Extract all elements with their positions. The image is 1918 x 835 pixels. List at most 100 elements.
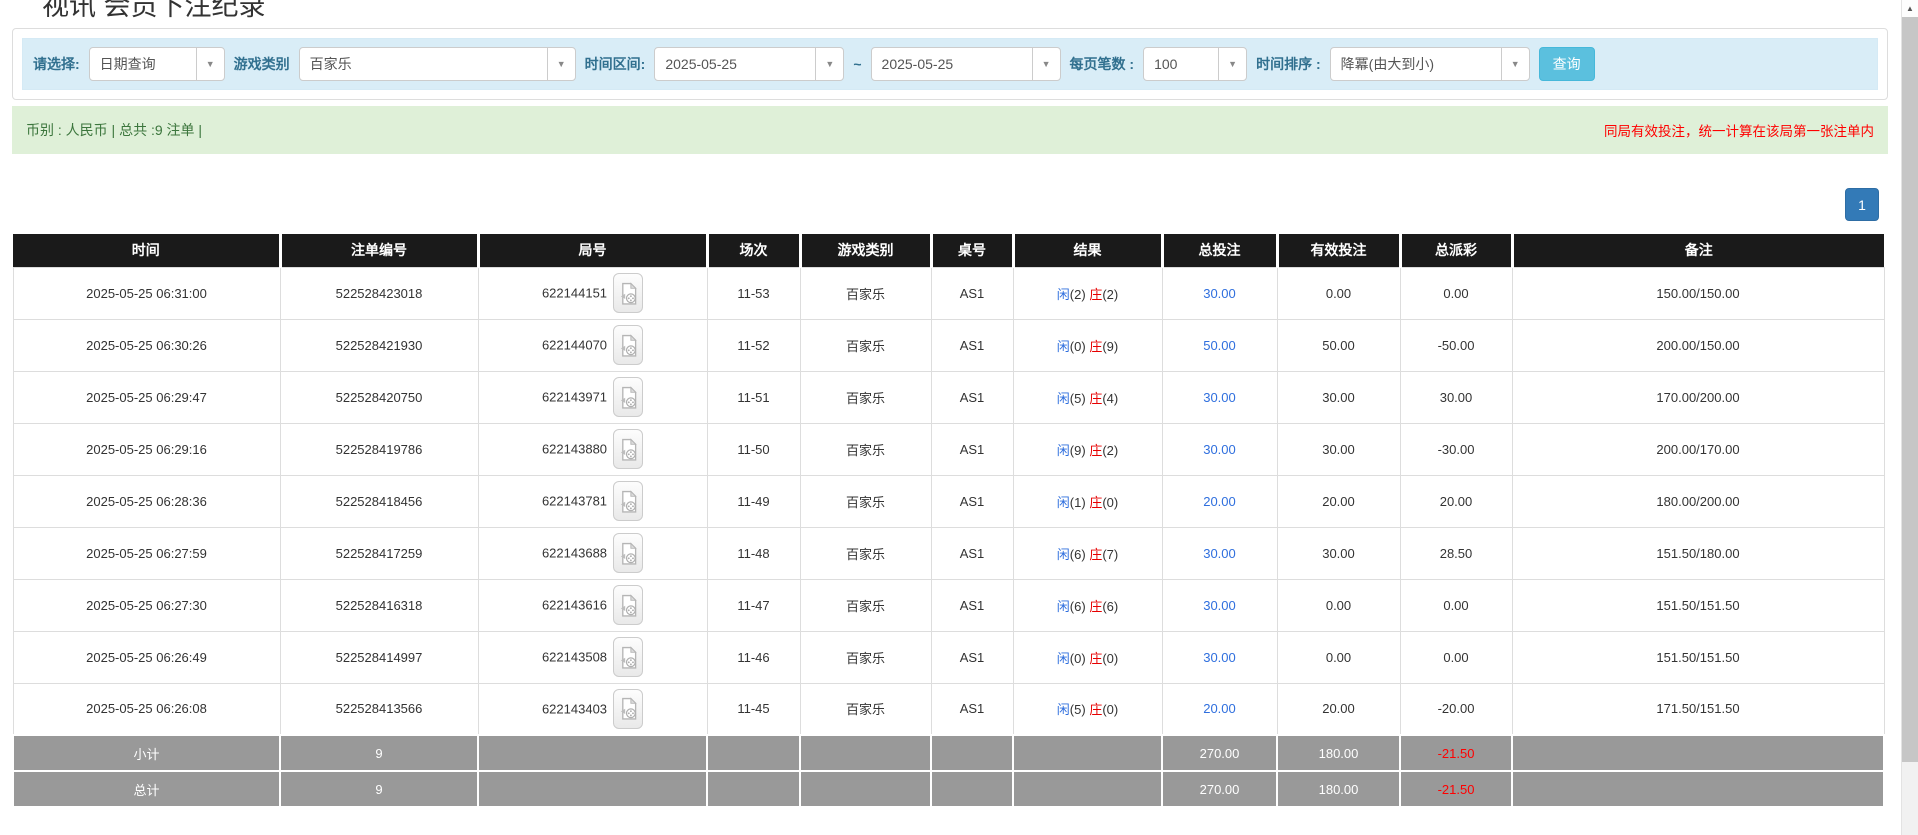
total-bet-link[interactable]: 30.00: [1203, 650, 1236, 665]
round-number: 622143688: [542, 546, 607, 561]
cell-note: 151.50/180.00: [1512, 527, 1884, 579]
total-bet-link[interactable]: 30.00: [1203, 390, 1236, 405]
table-header-row: 时间注单编号局号场次游戏类别桌号结果总投注有效投注总派彩备注: [13, 234, 1884, 267]
result-count: (5): [1070, 702, 1086, 717]
player-result: 闲: [1057, 547, 1070, 562]
cell-note: 151.50/151.50: [1512, 579, 1884, 631]
video-replay-button[interactable]: [613, 377, 643, 417]
grand-total-row-cell-total_bet: 270.00: [1162, 771, 1277, 807]
total-bet-link[interactable]: 30.00: [1203, 286, 1236, 301]
result-count: (0): [1070, 651, 1086, 666]
video-replay-button[interactable]: [613, 325, 643, 365]
video-replay-button[interactable]: [613, 273, 643, 313]
cell-payout: -30.00: [1400, 423, 1512, 475]
result-count: (9): [1070, 443, 1086, 458]
cell-total_bet: 30.00: [1162, 579, 1277, 631]
cell-game: 百家乐: [800, 475, 931, 527]
chevron-down-icon: ▼: [1501, 48, 1529, 80]
page-size-select[interactable]: 100 ▼: [1143, 47, 1247, 81]
banker-result: 庄: [1089, 339, 1102, 354]
cell-payout: -20.00: [1400, 683, 1512, 735]
query-type-select[interactable]: 日期查询 ▼: [89, 47, 225, 81]
video-file-icon: [619, 438, 638, 462]
banker-result: 庄: [1089, 391, 1102, 406]
column-header-4: 游戏类别: [800, 234, 931, 267]
scroll-up-icon[interactable]: ▲: [1902, 0, 1918, 17]
banker-result: 庄: [1089, 443, 1102, 458]
cell-result: 闲(6) 庄(7): [1013, 527, 1162, 579]
cell-total_bet: 50.00: [1162, 319, 1277, 371]
cell-valid_bet: 30.00: [1277, 371, 1400, 423]
cell-round: 622143508: [478, 631, 707, 683]
total-bet-link[interactable]: 20.00: [1203, 701, 1236, 716]
grand-total-row-cell-game: [800, 771, 931, 807]
cell-bet_id: 522528413566: [280, 683, 478, 735]
game-category-label: 游戏类别: [234, 54, 290, 74]
cell-round: 622143688: [478, 527, 707, 579]
column-header-9: 总派彩: [1400, 234, 1512, 267]
video-replay-button[interactable]: [613, 689, 643, 729]
cell-payout: 0.00: [1400, 631, 1512, 683]
vertical-scrollbar[interactable]: ▲: [1901, 0, 1918, 835]
grand-total-row-cell-valid_bet: 180.00: [1277, 771, 1400, 807]
cell-result: 闲(0) 庄(0): [1013, 631, 1162, 683]
cell-result: 闲(6) 庄(6): [1013, 579, 1162, 631]
round-number: 622143616: [542, 598, 607, 613]
game-category-select[interactable]: 百家乐 ▼: [299, 47, 576, 81]
pagination-page-1-button[interactable]: 1: [1845, 188, 1879, 221]
total-bet-link[interactable]: 20.00: [1203, 494, 1236, 509]
page-size-value: 100: [1144, 48, 1218, 80]
cell-time: 2025-05-25 06:27:59: [13, 527, 280, 579]
total-bet-link[interactable]: 30.00: [1203, 598, 1236, 613]
result-count: (7): [1102, 547, 1118, 562]
cell-table_no: AS1: [931, 423, 1013, 475]
video-replay-button[interactable]: [613, 637, 643, 677]
cell-valid_bet: 0.00: [1277, 631, 1400, 683]
table-row: 2025-05-25 06:26:49522528414997622143508…: [13, 631, 1884, 683]
search-button[interactable]: 查询: [1539, 47, 1595, 81]
cell-total_bet: 30.00: [1162, 423, 1277, 475]
date-from-select[interactable]: 2025-05-25 ▼: [654, 47, 844, 81]
cell-valid_bet: 50.00: [1277, 319, 1400, 371]
round-number: 622144070: [542, 338, 607, 353]
total-bet-link[interactable]: 50.00: [1203, 338, 1236, 353]
round-number: 622143781: [542, 494, 607, 509]
subtotal-row-cell-game: [800, 735, 931, 771]
grand-total-row-cell-result: [1013, 771, 1162, 807]
cell-game: 百家乐: [800, 631, 931, 683]
time-sort-select[interactable]: 降冪(由大到小) ▼: [1330, 47, 1530, 81]
result-count: (2): [1102, 443, 1118, 458]
table-row: 2025-05-25 06:27:30522528416318622143616…: [13, 579, 1884, 631]
table-row: 2025-05-25 06:31:00522528423018622144151…: [13, 267, 1884, 319]
video-replay-button[interactable]: [613, 429, 643, 469]
cell-time: 2025-05-25 06:26:49: [13, 631, 280, 683]
cell-note: 200.00/150.00: [1512, 319, 1884, 371]
video-file-icon: [619, 594, 638, 618]
cell-time: 2025-05-25 06:31:00: [13, 267, 280, 319]
scrollbar-thumb[interactable]: [1902, 17, 1918, 762]
table-row: 2025-05-25 06:30:26522528421930622144070…: [13, 319, 1884, 371]
video-replay-button[interactable]: [613, 533, 643, 573]
video-replay-button[interactable]: [613, 481, 643, 521]
player-result: 闲: [1057, 495, 1070, 510]
subtotal-row-cell-table_no: [931, 735, 1013, 771]
video-replay-button[interactable]: [613, 585, 643, 625]
result-count: (1): [1070, 495, 1086, 510]
player-result: 闲: [1057, 702, 1070, 717]
total-bet-link[interactable]: 30.00: [1203, 442, 1236, 457]
summary-bar: 币别 : 人民币 | 总共 :9 注单 | 同局有效投注，统一计算在该局第一张注…: [12, 106, 1888, 154]
cell-session: 11-52: [707, 319, 800, 371]
cell-table_no: AS1: [931, 631, 1013, 683]
player-result: 闲: [1057, 287, 1070, 302]
cell-game: 百家乐: [800, 527, 931, 579]
cell-table_no: AS1: [931, 371, 1013, 423]
round-number: 622144151: [542, 286, 607, 301]
date-to-select[interactable]: 2025-05-25 ▼: [871, 47, 1061, 81]
cell-note: 200.00/170.00: [1512, 423, 1884, 475]
cell-payout: 30.00: [1400, 371, 1512, 423]
cell-valid_bet: 30.00: [1277, 423, 1400, 475]
result-count: (9): [1102, 339, 1118, 354]
cell-bet_id: 522528419786: [280, 423, 478, 475]
total-bet-link[interactable]: 30.00: [1203, 546, 1236, 561]
banker-result: 庄: [1089, 495, 1102, 510]
